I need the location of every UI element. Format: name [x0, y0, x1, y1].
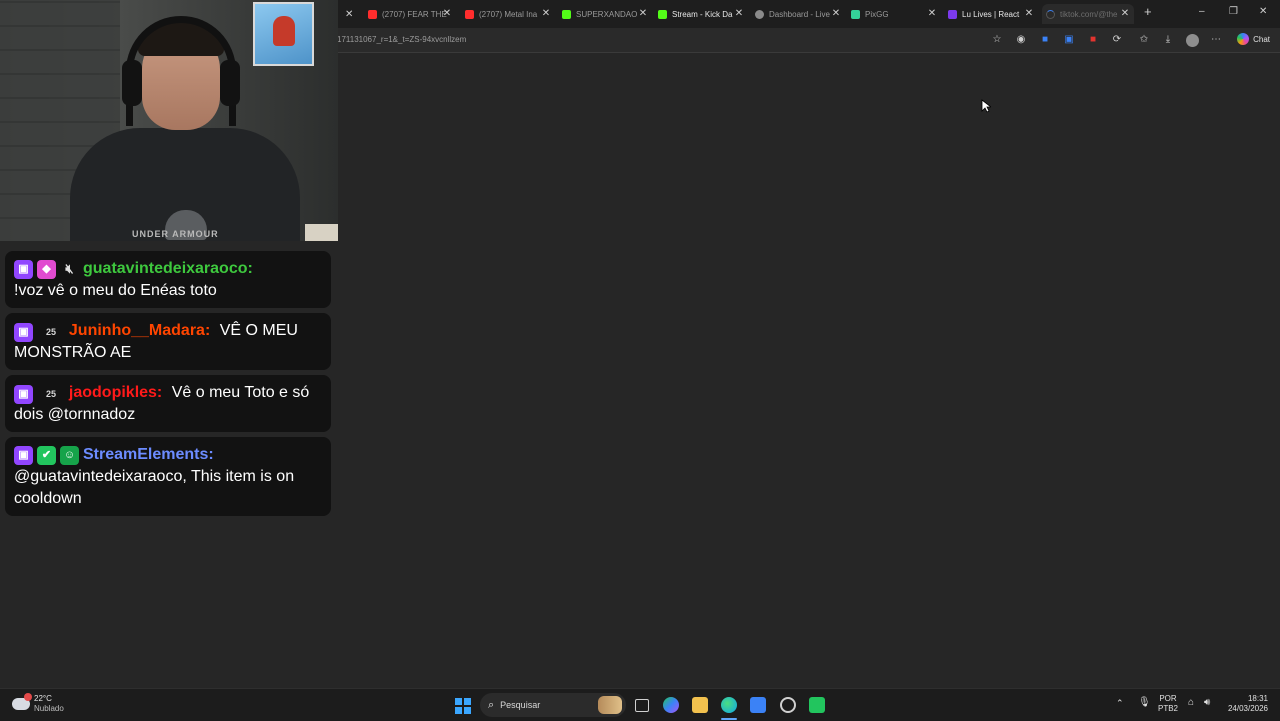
- edge-browser-icon[interactable]: [721, 697, 737, 713]
- chat-username: guatavintedeixaraoco:: [83, 260, 253, 277]
- twitch-icon: ▣: [14, 445, 33, 465]
- superman-poster: [253, 2, 314, 66]
- copilot-taskbar-icon[interactable]: [663, 697, 679, 713]
- close-icon[interactable]: ✕: [1120, 8, 1130, 19]
- twitch-icon: ▣: [14, 259, 33, 279]
- address-bar-row: 171131067_r=1&_t=ZS-94xvcnllzem ☆ ◉ ■ ▣ …: [337, 28, 1280, 53]
- chat-text: @guatavintedeixaraoco, This item is on c…: [14, 468, 295, 507]
- office-icon[interactable]: ■: [1087, 34, 1099, 46]
- close-icon[interactable]: ✕: [541, 8, 551, 19]
- volume-icon[interactable]: 🔊︎: [1204, 698, 1210, 708]
- shirt-logo: UNDER ARMOUR: [132, 229, 219, 239]
- tab-superxandao[interactable]: SUPERXANDAO ✕: [562, 4, 648, 24]
- twitch-icon: ▣: [14, 322, 33, 342]
- cloud-icon: [12, 693, 32, 710]
- chat-text: !voz vê o meu do Enéas toto: [14, 282, 217, 299]
- chevron-up-icon[interactable]: ⌃: [1116, 698, 1124, 708]
- tab-dashboard[interactable]: Dashboard - Live ✕: [755, 4, 841, 24]
- weather-widget[interactable]: 22°C Nublado: [12, 693, 64, 714]
- chat-message: ▣ ◆ 🔇︎ guatavintedeixaraoco: !voz vê o m…: [5, 251, 331, 308]
- refresh-icon[interactable]: ⟳: [1111, 34, 1123, 46]
- obs-icon[interactable]: [780, 697, 796, 713]
- weather-desc: Nublado: [34, 704, 64, 713]
- microphone-tray-icon[interactable]: 🎙︎: [1138, 698, 1151, 708]
- windows-start-icon[interactable]: [455, 698, 471, 714]
- profile-icon[interactable]: [1186, 34, 1199, 47]
- search-highlight-icon: [598, 696, 622, 714]
- kick-icon: [658, 9, 667, 19]
- close-icon[interactable]: ✕: [927, 8, 937, 19]
- minimize-icon[interactable]: –: [1199, 6, 1205, 17]
- close-icon[interactable]: ✕: [638, 8, 648, 19]
- clock[interactable]: 18:31 24/03/2026: [1224, 694, 1268, 714]
- favorites-icon[interactable]: ✩: [1138, 34, 1150, 46]
- tab-stream-kick[interactable]: Stream - Kick Da ✕: [658, 4, 744, 24]
- headphone-cup: [220, 60, 240, 106]
- copilot-label: Chat: [1253, 34, 1270, 44]
- sub-badge-icon: 25: [45, 327, 56, 337]
- extension-icon[interactable]: ◉: [1015, 34, 1027, 46]
- favorite-star-icon[interactable]: ☆: [991, 34, 1003, 46]
- copilot-chat-button[interactable]: Chat: [1237, 33, 1270, 45]
- tab-close-button[interactable]: ✕: [345, 4, 359, 24]
- tab-pixgg[interactable]: PixGG ✕: [851, 4, 937, 24]
- kick-icon: [562, 9, 571, 19]
- copilot-icon: [1237, 33, 1250, 45]
- chat-message: ▣ 25 jaodopikles: Vê o meu Toto e só doi…: [5, 375, 331, 432]
- close-icon[interactable]: ✕: [1024, 8, 1034, 19]
- verified-badge-icon: ✔: [37, 445, 56, 465]
- tab-fear-the[interactable]: (2707) FEAR THE ✕: [368, 4, 452, 24]
- loading-spinner-icon: [1046, 9, 1055, 19]
- task-view-icon[interactable]: [635, 699, 649, 712]
- weather-temp: 22°C: [34, 694, 52, 703]
- search-icon: ⌕: [488, 698, 495, 711]
- tab-tiktok[interactable]: tiktok.com/@the ✕: [1042, 4, 1134, 24]
- webcam-feed: UNDER ARMOUR: [0, 0, 338, 241]
- url-field[interactable]: 171131067_r=1&_t=ZS-94xvcnllzem: [337, 35, 466, 44]
- tab-metal[interactable]: (2707) Metal Ina ✕: [465, 4, 551, 24]
- youtube-icon: [368, 9, 377, 19]
- taskbar-search[interactable]: ⌕ Pesquisar: [480, 693, 626, 717]
- taskbar: 22°C Nublado ⌕ Pesquisar ⌃ 🎙︎ POR PTB2 ⌂…: [0, 688, 1280, 721]
- download-icon[interactable]: ⤓: [1162, 34, 1174, 46]
- file-explorer-icon[interactable]: [692, 697, 708, 713]
- youtube-icon: [465, 9, 474, 19]
- clock-date: 24/03/2026: [1227, 704, 1268, 713]
- translate-icon[interactable]: ▣: [1063, 34, 1075, 46]
- gem-badge-icon: ◆: [37, 259, 56, 279]
- twitch-icon: [948, 9, 957, 19]
- photos-icon[interactable]: [750, 697, 766, 713]
- language-indicator[interactable]: POR PTB2: [1158, 694, 1178, 714]
- language-code: POR: [1159, 694, 1177, 703]
- network-icon[interactable]: ⌂: [1188, 698, 1194, 708]
- keyboard-layout: PTB2: [1158, 704, 1179, 713]
- globe-icon: [755, 9, 764, 19]
- close-icon[interactable]: ✕: [831, 8, 841, 19]
- chat-username: StreamElements:: [83, 446, 214, 463]
- close-icon[interactable]: ✕: [734, 8, 744, 19]
- mouse-cursor-icon: [981, 99, 991, 113]
- close-icon[interactable]: ✕: [442, 8, 452, 19]
- chat-username: Juninho__Madara:: [68, 322, 211, 339]
- new-tab-icon[interactable]: +: [1144, 4, 1152, 19]
- mute-icon: 🔇︎: [65, 261, 74, 276]
- clock-time: 18:31: [1247, 694, 1268, 703]
- sub-badge-icon: 25: [45, 389, 56, 399]
- search-placeholder: Pesquisar: [500, 700, 541, 710]
- headphone-cup: [122, 60, 142, 106]
- shield-icon[interactable]: ■: [1039, 34, 1051, 46]
- desk-object: [305, 224, 338, 241]
- twitch-icon: ▣: [14, 384, 33, 404]
- chat-message: ▣ ✔ ☺ StreamElements: @guatavintedeixara…: [5, 437, 331, 516]
- bot-icon: ☺: [60, 445, 79, 465]
- app-icon[interactable]: [809, 697, 825, 713]
- restore-icon[interactable]: ❐: [1229, 6, 1238, 17]
- tab-lu-lives[interactable]: Lu Lives | React ✕: [948, 4, 1034, 24]
- pixgg-icon: [851, 9, 860, 19]
- chat-username: jaodopikles:: [68, 384, 163, 401]
- more-icon[interactable]: ⋯: [1210, 34, 1222, 46]
- close-window-icon[interactable]: ✕: [1259, 6, 1267, 17]
- chat-message: ▣ 25 Juninho__Madara: VÊ O MEU MONSTRÃO …: [5, 313, 331, 370]
- chat-overlay: ▣ ◆ 🔇︎ guatavintedeixaraoco: !voz vê o m…: [5, 251, 331, 521]
